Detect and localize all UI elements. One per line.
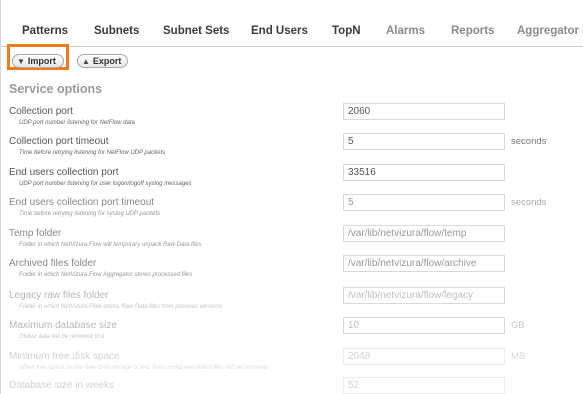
tab-topn[interactable]: TopN xyxy=(332,25,361,37)
option-label: End users collection port xyxy=(9,167,119,178)
option-unit: MB xyxy=(511,351,526,362)
legacy-raw-files-folder-input[interactable]: /var/lib/netvizura/flow/legacy xyxy=(343,287,505,304)
option-unit: seconds xyxy=(511,136,547,147)
tab-subnets[interactable]: Subnets xyxy=(94,25,139,37)
option-label: Temp folder xyxy=(9,228,62,239)
option-description: Folder in which NetVizura.Flow stores Ra… xyxy=(19,304,222,310)
option-description: UDP port number listening for NetFlow da… xyxy=(19,120,135,126)
option-label: Collection port xyxy=(9,106,73,117)
tab-end-users[interactable]: End Users xyxy=(251,25,308,37)
option-description: When free space on the Raw Data storage … xyxy=(19,365,268,371)
option-label: Maximum database size xyxy=(9,320,117,331)
app-frame: Patterns Subnets Subnet Sets End Users T… xyxy=(0,0,583,394)
arrow-down-icon: ▼ xyxy=(17,56,25,66)
option-unit: seconds xyxy=(511,197,547,208)
end-users-port-timeout-input[interactable]: 5 xyxy=(343,194,505,211)
top-tab-bar: Patterns Subnets Subnet Sets End Users T… xyxy=(1,0,583,47)
option-label: Minimum free disk space xyxy=(9,351,120,362)
database-size-in-weeks-input[interactable]: 52 xyxy=(343,377,505,394)
option-description: Folder in which NetVizura.Flow will temp… xyxy=(19,242,202,248)
export-button[interactable]: ▲ Export xyxy=(77,54,128,68)
option-description: Folder in which NetVizura.Flow Aggregato… xyxy=(19,272,193,278)
maximum-database-size-input[interactable]: 10 xyxy=(343,317,505,334)
option-description: UDP port number listening for user logon… xyxy=(19,181,192,187)
tab-subnet-sets[interactable]: Subnet Sets xyxy=(163,25,229,37)
temp-folder-input[interactable]: /var/lib/netvizura/flow/temp xyxy=(343,225,505,242)
minimum-free-disk-space-input[interactable]: 2048 xyxy=(343,348,505,365)
option-label: Archived files folder xyxy=(9,258,97,269)
import-button[interactable]: ▼ Import xyxy=(12,54,64,68)
option-label: End users collection port timeout xyxy=(9,197,155,208)
option-label: Legacy raw files folder xyxy=(9,290,109,301)
collection-port-input[interactable]: 2060 xyxy=(343,103,505,120)
option-label: Database size in weeks xyxy=(9,380,115,391)
archived-files-folder-input[interactable]: /var/lib/netvizura/flow/archive xyxy=(343,255,505,272)
tab-patterns[interactable]: Patterns xyxy=(22,25,68,37)
option-unit: GB xyxy=(511,320,525,331)
tab-reports[interactable]: Reports xyxy=(451,25,494,37)
section-title: Service options xyxy=(9,82,103,96)
option-label: Collection port timeout xyxy=(9,136,109,147)
option-description: Time before retrying listening for syslo… xyxy=(19,211,161,217)
import-button-label: Import xyxy=(27,56,56,66)
option-description: Time before retrying listening for NetFl… xyxy=(19,150,166,156)
tab-alarms[interactable]: Alarms xyxy=(386,25,425,37)
collection-port-timeout-input[interactable]: 5 xyxy=(343,133,505,150)
tab-aggregator[interactable]: Aggregator F xyxy=(517,25,583,37)
arrow-up-icon: ▲ xyxy=(82,56,90,66)
export-button-label: Export xyxy=(92,56,122,66)
option-description: Oldest data will be removed first xyxy=(19,334,105,340)
end-users-collection-port-input[interactable]: 33516 xyxy=(343,164,505,181)
